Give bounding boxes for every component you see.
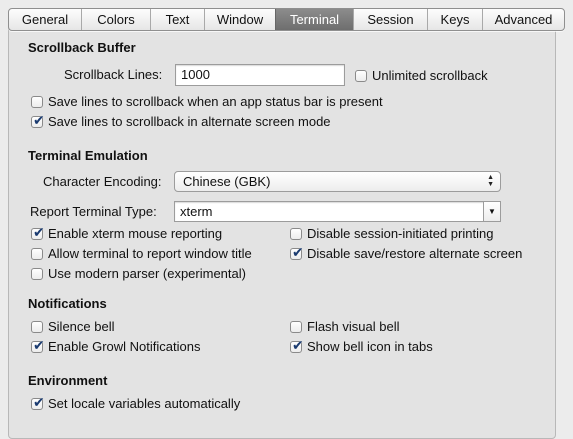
disable-printing-label: Disable session-initiated printing (307, 226, 494, 241)
disable-save-restore-checkbox[interactable]: ✔ Disable save/restore alternate screen (290, 244, 523, 261)
tab-session[interactable]: Session (353, 9, 427, 30)
growl-label: Enable Growl Notifications (48, 339, 201, 354)
tab-bar: General Colors Text Window Terminal Sess… (8, 8, 565, 31)
xterm-mouse-label: Enable xterm mouse reporting (48, 226, 223, 241)
report-type-value: xterm (180, 204, 213, 219)
notifications-heading: Notifications (28, 296, 107, 311)
flash-bell-label: Flash visual bell (307, 319, 400, 334)
checkbox-box[interactable]: ✔ (31, 224, 45, 240)
silence-bell-checkbox[interactable]: Silence bell (31, 319, 115, 334)
scrollback-lines-label: Scrollback Lines: (64, 67, 163, 82)
window-title-label: Allow terminal to report window title (48, 246, 252, 261)
unlimited-scrollback-label: Unlimited scrollback (372, 68, 488, 83)
checkbox-box[interactable]: ✔ (31, 337, 45, 353)
locale-checkbox[interactable]: ✔ Set locale variables automatically (31, 394, 241, 411)
status-bar-scrollback-checkbox[interactable]: Save lines to scrollback when an app sta… (31, 94, 383, 109)
silence-bell-label: Silence bell (48, 319, 115, 334)
report-type-label: Report Terminal Type: (30, 204, 157, 219)
emulation-heading: Terminal Emulation (28, 148, 148, 163)
tab-terminal[interactable]: Terminal (275, 9, 353, 30)
checkmark-icon: ✔ (33, 223, 45, 240)
tab-advanced[interactable]: Advanced (482, 9, 564, 30)
scrollback-heading: Scrollback Buffer (28, 40, 136, 55)
encoding-value: Chinese (GBK) (183, 174, 271, 189)
checkmark-icon: ✔ (292, 336, 304, 353)
checkbox-box[interactable] (290, 320, 302, 333)
checkbox-box[interactable] (31, 95, 43, 108)
tab-colors[interactable]: Colors (81, 9, 150, 30)
checkmark-icon: ✔ (33, 111, 45, 128)
disable-printing-checkbox[interactable]: Disable session-initiated printing (290, 226, 493, 241)
bell-icon-checkbox[interactable]: ✔ Show bell icon in tabs (290, 337, 433, 354)
checkmark-icon: ✔ (33, 336, 45, 353)
checkbox-box[interactable] (290, 227, 302, 240)
growl-checkbox[interactable]: ✔ Enable Growl Notifications (31, 337, 201, 354)
xterm-mouse-checkbox[interactable]: ✔ Enable xterm mouse reporting (31, 224, 223, 241)
modern-parser-label: Use modern parser (experimental) (48, 266, 246, 281)
scrollback-lines-field[interactable]: 1000 (175, 64, 345, 86)
window-title-checkbox[interactable]: Allow terminal to report window title (31, 246, 252, 261)
checkbox-box[interactable] (31, 267, 43, 280)
checkbox-box[interactable]: ✔ (290, 337, 304, 353)
checkmark-icon: ✔ (33, 393, 45, 410)
alt-screen-scrollback-checkbox[interactable]: ✔ Save lines to scrollback in alternate … (31, 112, 331, 129)
encoding-popup[interactable]: Chinese (GBK) ▲ ▼ (174, 171, 501, 192)
checkbox-box[interactable]: ✔ (31, 112, 45, 128)
environment-heading: Environment (28, 373, 108, 388)
checkbox-box[interactable] (31, 247, 43, 260)
checkmark-icon: ✔ (292, 243, 304, 260)
checkbox-box[interactable]: ✔ (290, 244, 304, 260)
unlimited-scrollback-checkbox[interactable]: Unlimited scrollback (355, 68, 488, 83)
checkbox-box[interactable]: ✔ (31, 394, 45, 410)
tab-window[interactable]: Window (204, 9, 275, 30)
tab-keys[interactable]: Keys (427, 9, 482, 30)
tab-text[interactable]: Text (150, 9, 204, 30)
checkbox-box[interactable] (31, 320, 43, 333)
checkbox-box[interactable] (355, 69, 367, 82)
bell-icon-label: Show bell icon in tabs (307, 339, 433, 354)
status-bar-scrollback-label: Save lines to scrollback when an app sta… (48, 94, 383, 109)
chevron-down-icon[interactable]: ▼ (483, 202, 500, 221)
up-down-arrows-icon: ▲ ▼ (487, 174, 494, 188)
report-type-combo[interactable]: xterm ▼ (174, 201, 501, 222)
disable-save-restore-label: Disable save/restore alternate screen (307, 246, 523, 261)
alt-screen-scrollback-label: Save lines to scrollback in alternate sc… (48, 114, 331, 129)
flash-bell-checkbox[interactable]: Flash visual bell (290, 319, 400, 334)
encoding-label: Character Encoding: (43, 174, 162, 189)
modern-parser-checkbox[interactable]: Use modern parser (experimental) (31, 266, 246, 281)
locale-label: Set locale variables automatically (48, 396, 241, 411)
tab-general[interactable]: General (9, 9, 81, 30)
